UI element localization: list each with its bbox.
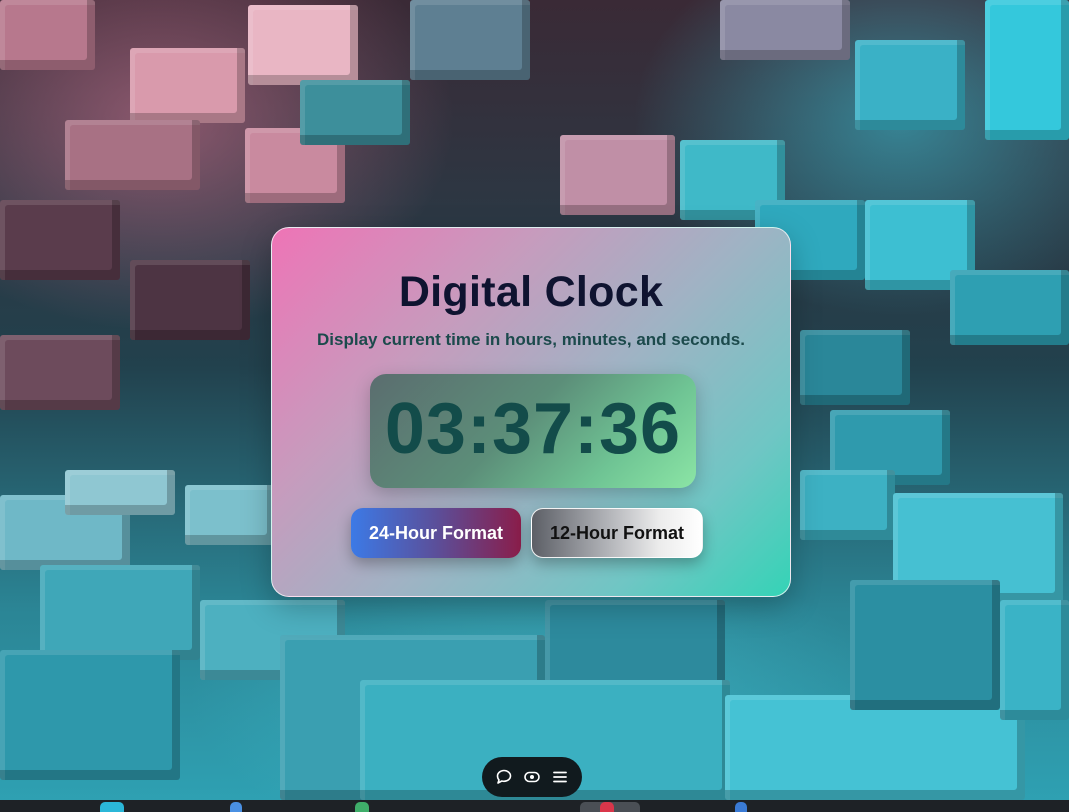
12-hour-format-button[interactable]: 12-Hour Format (531, 508, 703, 558)
menu-icon[interactable] (548, 765, 572, 789)
bg-cube (0, 200, 120, 280)
floating-toolbar (482, 757, 582, 797)
bg-cube (0, 650, 180, 780)
bg-cube (0, 335, 120, 410)
bg-cube (410, 0, 530, 80)
bg-cube (950, 270, 1069, 345)
page-title: Digital Clock (398, 268, 664, 316)
bg-cube (65, 120, 200, 190)
eye-icon[interactable] (520, 765, 544, 789)
taskbar-app-icon[interactable] (735, 802, 747, 812)
bg-cube (985, 0, 1069, 140)
page-subtitle: Display current time in hours, minutes, … (317, 330, 745, 349)
taskbar-app-icon[interactable] (100, 802, 124, 812)
bg-cube (130, 48, 245, 123)
bg-cube (248, 5, 358, 85)
bg-cube (185, 485, 275, 545)
taskbar-app-icon[interactable] (600, 802, 614, 812)
bg-cube (800, 470, 895, 540)
comment-icon[interactable] (492, 765, 516, 789)
bg-cube (40, 565, 200, 660)
taskbar (0, 800, 1069, 812)
bg-cube (560, 135, 675, 215)
bg-cube (720, 0, 850, 60)
bg-cube (850, 580, 1000, 710)
bg-cube (855, 40, 965, 130)
bg-cube (800, 330, 910, 405)
bg-cube (300, 80, 410, 145)
bg-cube (1000, 600, 1069, 720)
bg-cube (65, 470, 175, 515)
24-hour-format-button[interactable]: 24-Hour Format (351, 508, 521, 558)
digital-clock-card: Digital Clock Display current time in ho… (271, 227, 791, 597)
bg-cube (0, 0, 95, 70)
time-display: 03:37:36 (370, 374, 696, 488)
taskbar-app-icon[interactable] (230, 802, 242, 812)
bg-cube (725, 695, 1025, 800)
bg-cube (130, 260, 250, 340)
taskbar-app-icon[interactable] (355, 802, 369, 812)
time-readout: 03:37:36 (384, 389, 682, 469)
